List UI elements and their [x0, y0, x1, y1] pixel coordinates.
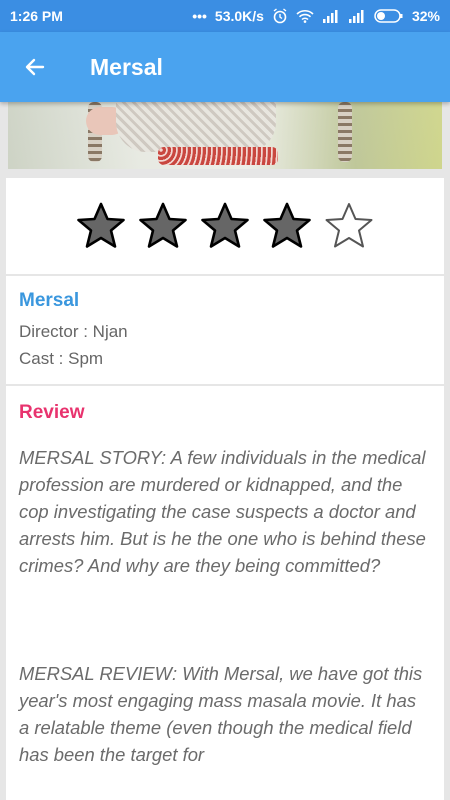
star-filled-icon[interactable]	[200, 201, 250, 251]
review-heading: Review	[19, 402, 85, 423]
alarm-icon	[272, 8, 288, 24]
star-empty-icon[interactable]	[324, 201, 374, 251]
signal-icon	[322, 9, 340, 23]
movie-cast: Cast : Spm	[19, 349, 104, 368]
status-bar: 1:26 PM ••• 53.0K/s 32%	[0, 0, 450, 32]
battery-icon	[374, 9, 404, 23]
poster-skirt	[158, 147, 278, 165]
arrow-back-icon	[25, 58, 45, 76]
network-speed: 53.0K/s	[214, 8, 264, 24]
movie-director: Director : Njan	[19, 322, 128, 341]
scroll-content[interactable]: Mersal Director : Njan Cast : Spm Review…	[0, 102, 450, 800]
status-right-group: ••• 53.0K/s 32%	[192, 8, 440, 24]
star-filled-icon[interactable]	[262, 201, 312, 251]
rating-bar[interactable]	[6, 178, 444, 274]
review-card: Review MERSAL STORY: A few individuals i…	[6, 386, 444, 800]
back-button[interactable]	[0, 32, 70, 102]
star-filled-icon[interactable]	[138, 201, 188, 251]
movie-name: Mersal	[19, 290, 80, 311]
movie-info-card: Mersal Director : Njan Cast : Spm	[6, 276, 444, 384]
battery-percent: 32%	[411, 8, 440, 24]
status-time: 1:26 PM	[10, 8, 63, 24]
page-title: Mersal	[90, 53, 163, 80]
review-paragraph: MERSAL REVIEW: With Mersal, we have got …	[19, 663, 423, 765]
app-bar: Mersal	[0, 32, 450, 102]
star-filled-icon[interactable]	[76, 201, 126, 251]
poster-shirt	[116, 102, 276, 152]
poster-rope-right	[338, 102, 352, 162]
review-paragraph: MERSAL STORY: A few individuals in the m…	[19, 447, 426, 576]
movie-poster-image	[8, 102, 442, 169]
signal-icon	[348, 9, 366, 23]
wifi-icon	[296, 9, 314, 23]
more-dots-icon: •••	[192, 8, 207, 24]
